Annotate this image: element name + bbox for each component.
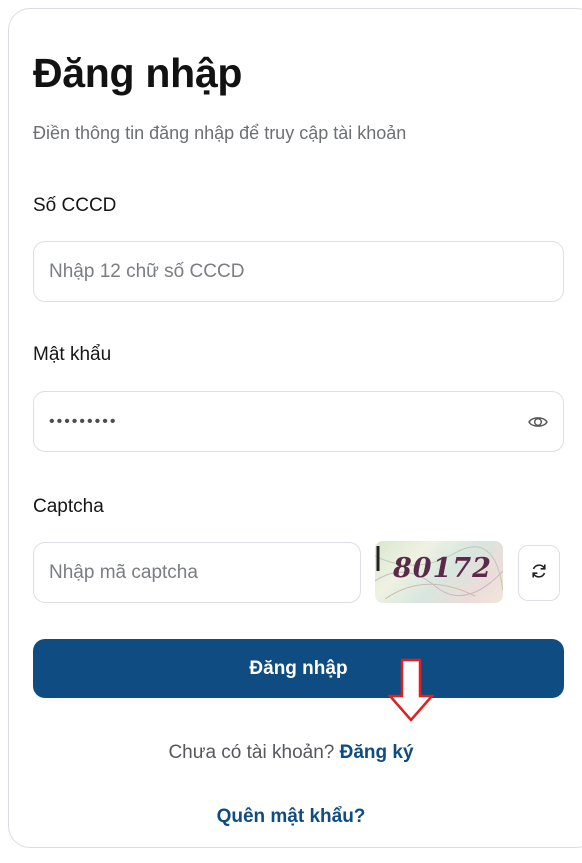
refresh-icon [529,561,549,586]
login-button[interactable]: Đăng nhập [33,639,564,698]
captcha-input[interactable]: Nhập mã captcha [33,542,361,603]
signup-link[interactable]: Đăng ký [340,742,414,763]
cccd-label: Số CCCD [33,195,117,216]
signup-row: Chưa có tài khoản? Đăng ký [0,742,582,764]
password-value: ••••••••• [49,412,118,430]
page-subtitle: Điền thông tin đăng nhập để truy cập tài… [33,123,407,143]
captcha-image: 80172 [375,541,503,603]
eye-icon[interactable] [527,411,549,433]
cccd-input[interactable]: Nhập 12 chữ số CCCD [33,241,564,302]
password-label: Mật khẩu [33,344,112,365]
signup-prompt: Chưa có tài khoản? [168,742,335,763]
cccd-placeholder: Nhập 12 chữ số CCCD [49,260,245,282]
captcha-label: Captcha [33,496,104,517]
captcha-placeholder: Nhập mã captcha [49,561,198,583]
password-input[interactable]: ••••••••• [33,391,564,452]
captcha-code: 80172 [393,553,492,584]
captcha-refresh-button[interactable] [518,545,560,601]
page-title: Đăng nhập [33,50,243,96]
forgot-password-link[interactable]: Quên mật khẩu? [0,806,582,828]
annotation-arrow-icon [387,658,435,722]
